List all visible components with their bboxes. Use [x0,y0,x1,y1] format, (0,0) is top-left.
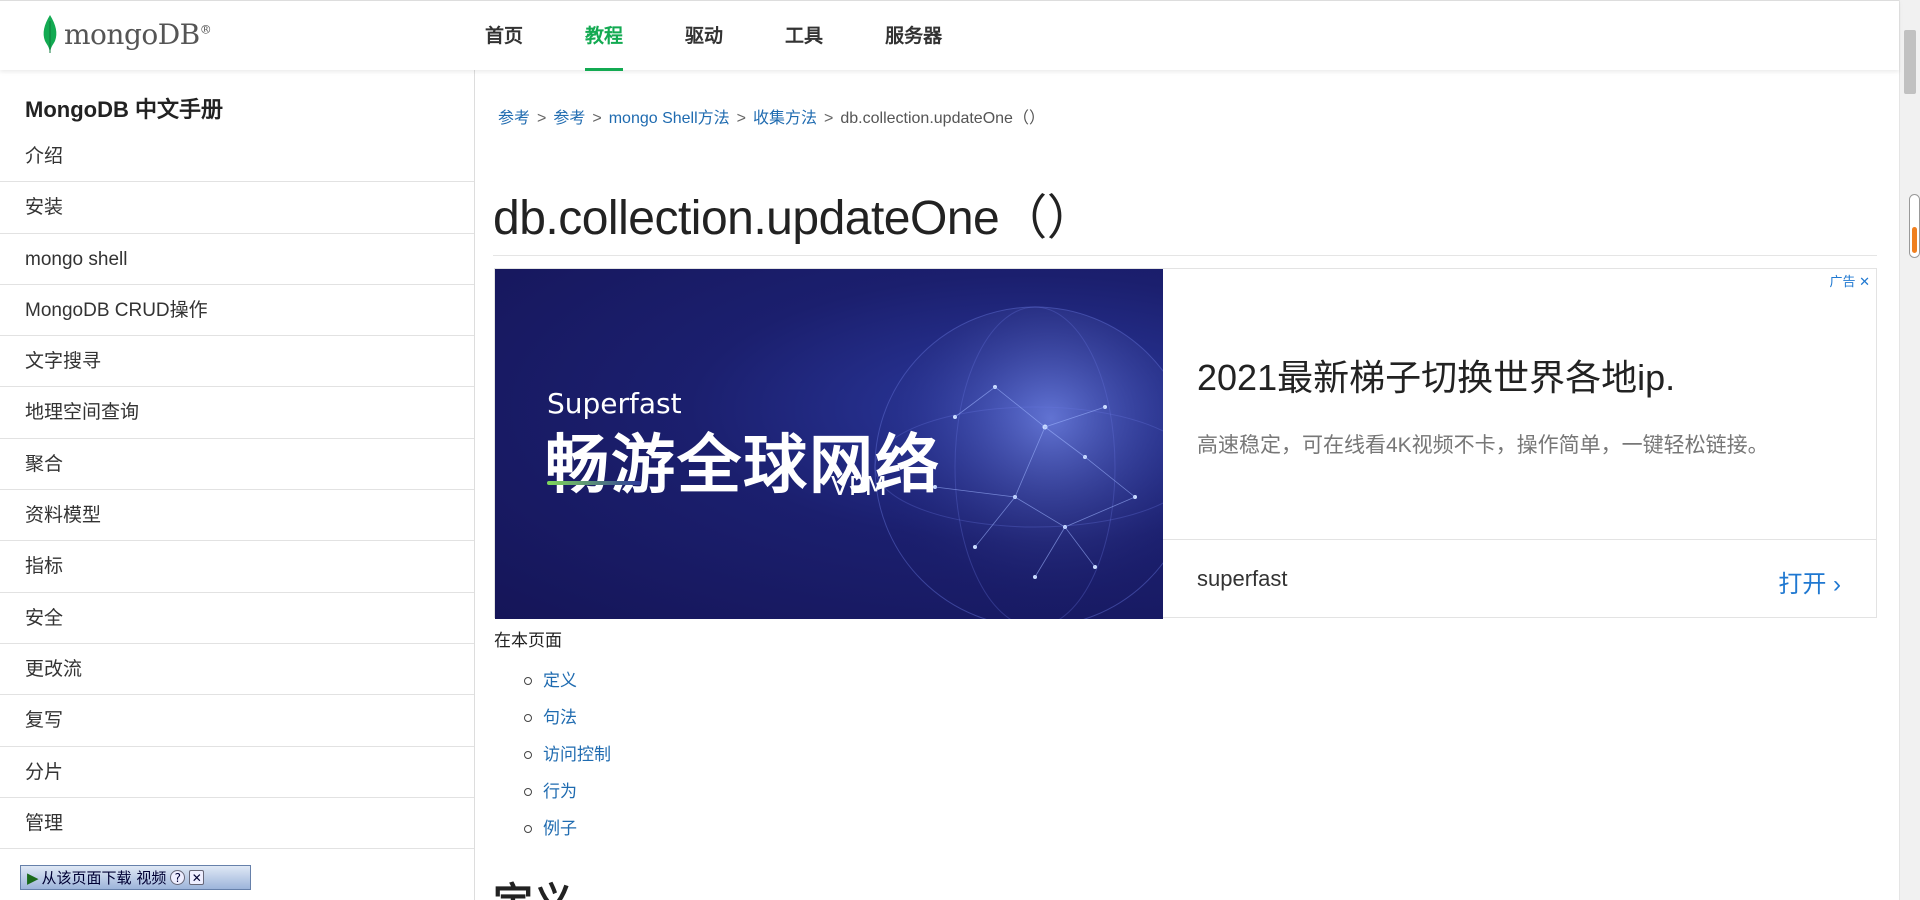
sidebar-item-security[interactable]: 安全 [0,593,474,644]
title-divider [493,255,1877,256]
toc-item: 行为 [524,773,611,810]
sidebar-item-replication[interactable]: 复写 [0,695,474,747]
bullet-icon [524,676,532,685]
mongodb-logo[interactable]: mongoDB® [42,15,212,53]
close-icon[interactable]: ✕ [1859,274,1870,289]
play-icon: ▶ [27,868,39,887]
nav-server[interactable]: 服务器 [885,1,942,71]
sidebar-item-intro[interactable]: 介绍 [0,131,474,183]
sidebar-title[interactable]: MongoDB 中文手册 [0,70,474,131]
nav-drivers[interactable]: 驱动 [685,1,723,71]
toc-link-behavior[interactable]: 行为 [543,773,577,810]
logo-text: mongoDB® [64,17,212,51]
sidebar-item-data-models[interactable]: 资料模型 [0,490,474,542]
ad-accent-line [547,481,641,485]
bullet-icon [524,787,532,796]
breadcrumb-current: db.collection.updateOne（） [840,110,1045,127]
toc-list: 定义 句法 访问控制 行为 例子 [524,662,611,847]
ad-description[interactable]: 高速稳定，可在线看4K视频不卡，操作简单，一键轻松链接。 [1197,429,1769,459]
nav-home[interactable]: 首页 [485,1,523,71]
ad-open-button[interactable]: 打开 › [1778,564,1841,599]
ad-image-text-sub: VPM [831,472,887,502]
chevron-right-icon: › [1833,571,1841,598]
breadcrumb-link[interactable]: 参考 [553,110,585,127]
section-heading: 定义 [493,870,573,900]
ad-headline[interactable]: 2021最新梯子切换世界各地ip. [1197,349,1675,401]
sidebar-item-sharding[interactable]: 分片 [0,747,474,798]
scrollbar-thumb[interactable] [1904,30,1916,94]
toc-item: 定义 [524,662,611,699]
bullet-icon [524,713,532,722]
breadcrumb-link[interactable]: 参考 [498,110,530,127]
floating-scroll-indicator[interactable] [1909,194,1920,258]
toc-label: 在本页面 [494,631,562,650]
breadcrumb-separator: > [736,110,747,127]
breadcrumb-link[interactable]: 收集方法 [753,110,817,127]
close-icon[interactable]: ✕ [189,870,205,885]
breadcrumb-link[interactable]: mongo Shell方法 [609,110,730,127]
sidebar-item-indexes[interactable]: 指标 [0,541,474,593]
breadcrumb-separator: > [537,110,547,127]
bullet-icon [524,750,532,759]
sidebar-item-geospatial[interactable]: 地理空间查询 [0,387,474,439]
sidebar-item-text-search[interactable]: 文字搜寻 [0,336,474,388]
sidebar-item-aggregation[interactable]: 聚合 [0,439,474,491]
advertisement[interactable]: Superfast 畅游全球网络 VPM 广告 ✕ 2021最新梯子切换世界各地… [494,268,1877,619]
sidebar-item-mongo-shell[interactable]: mongo shell [0,234,474,285]
breadcrumb: 参考 > 参考 > mongo Shell方法 > 收集方法 > db.collection.u… [498,104,1045,128]
video-download-bar[interactable]: ▶ 从该页面下载 视频 ? ✕ [20,865,251,890]
sidebar-item-administration[interactable]: 管理 [0,798,474,850]
page-title: db.collection.updateOne（） [493,192,1095,245]
nav-tools[interactable]: 工具 [785,1,823,71]
top-navbar: mongoDB® 首页 教程 驱动 工具 服务器 [0,0,1899,71]
main-content: 参考 > 参考 > mongo Shell方法 > 收集方法 > db.collection.u… [476,70,1899,900]
breadcrumb-separator: > [824,110,834,127]
sidebar-item-crud[interactable]: MongoDB CRUD操作 [0,285,474,337]
toc-link-definition[interactable]: 定义 [543,662,577,699]
page-scrollbar[interactable] [1899,0,1920,900]
toc-item: 例子 [524,810,611,847]
ad-image[interactable]: Superfast 畅游全球网络 VPM [495,269,1163,619]
ad-tag[interactable]: 广告 ✕ [1829,271,1870,290]
nav-tutorial[interactable]: 教程 [585,1,624,71]
toc-link-access-control[interactable]: 访问控制 [543,736,611,773]
toc-item: 句法 [524,699,611,736]
main-nav: 首页 教程 驱动 工具 服务器 [485,1,1004,71]
toc-item: 访问控制 [524,736,611,773]
toc-link-examples[interactable]: 例子 [543,810,577,847]
bullet-icon [524,824,532,833]
sidebar: MongoDB 中文手册 介绍 安装 mongo shell MongoDB C… [0,70,475,900]
ad-brand[interactable]: superfast [1197,566,1288,592]
help-icon[interactable]: ? [170,870,186,885]
breadcrumb-separator: > [592,110,602,127]
ad-footer: superfast 打开 › [1163,539,1877,619]
leaf-icon [43,15,57,53]
video-download-label[interactable]: 从该页面下载 视频 [42,867,167,888]
sidebar-item-install[interactable]: 安装 [0,182,474,234]
toc-link-syntax[interactable]: 句法 [543,699,577,736]
sidebar-item-change-streams[interactable]: 更改流 [0,644,474,696]
